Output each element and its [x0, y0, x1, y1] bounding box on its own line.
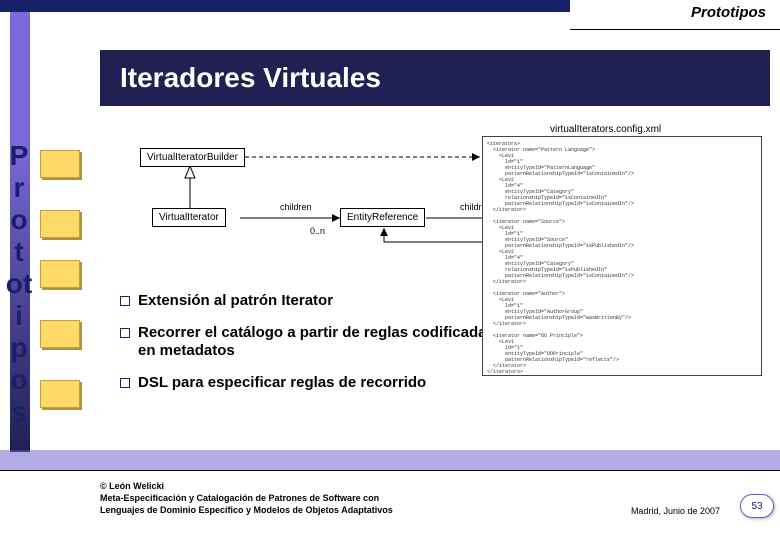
- left-gradient-strip: [10, 12, 30, 452]
- bullet-item: DSL para especificar reglas de recorrido: [120, 374, 500, 392]
- footer-band: [0, 450, 780, 470]
- bullet-icon: [120, 296, 130, 306]
- xml-code-frame: <iterators> <iterator name="Pattern Lang…: [482, 136, 762, 376]
- footer-separator: [0, 470, 780, 471]
- topbar-dark: [0, 0, 570, 12]
- xml-code: <iterators> <iterator name="Pattern Lang…: [487, 141, 757, 375]
- bullet-list: Extensión al patrón Iterator Recorrer el…: [120, 292, 500, 406]
- side-tab: [40, 210, 80, 238]
- footer-venue: Madrid, Junio de 2007: [631, 506, 720, 516]
- footer-line2: Meta-Especificación y Catalogación de Pa…: [100, 492, 393, 504]
- side-tab: [40, 150, 80, 178]
- uml-virtualiterator: VirtualIterator: [152, 208, 226, 227]
- bullet-text: Extensión al patrón Iterator: [138, 292, 333, 310]
- uml-virtualiteratorbuilder: VirtualIteratorBuilder: [140, 148, 245, 167]
- page-title: Iteradores Virtuales: [100, 50, 770, 106]
- footer-left: © León Welicki Meta-Especificación y Cat…: [100, 480, 393, 516]
- footer-line3: Lenguajes de Dominio Específico y Modelo…: [100, 504, 393, 516]
- section-label: Prototipos: [691, 4, 766, 21]
- bullet-icon: [120, 328, 130, 338]
- uml-entityreference: EntityReference: [340, 208, 425, 227]
- footer-copyright: © León Welicki: [100, 480, 393, 492]
- bullet-icon: [120, 378, 130, 388]
- bullet-text: DSL para especificar reglas de recorrido: [138, 374, 426, 392]
- xml-filename: virtualIterators.config.xml: [550, 124, 661, 135]
- side-tab: [40, 320, 80, 348]
- label-children: children: [280, 202, 312, 212]
- side-tab: [40, 380, 80, 408]
- bullet-text: Recorrer el catálogo a partir de reglas …: [138, 324, 500, 360]
- side-tab: [40, 260, 80, 288]
- page-number-badge: 53: [740, 494, 774, 518]
- bullet-item: Recorrer el catálogo a partir de reglas …: [120, 324, 500, 360]
- bullet-item: Extensión al patrón Iterator: [120, 292, 500, 310]
- label-cardinality: 0..n: [310, 226, 325, 236]
